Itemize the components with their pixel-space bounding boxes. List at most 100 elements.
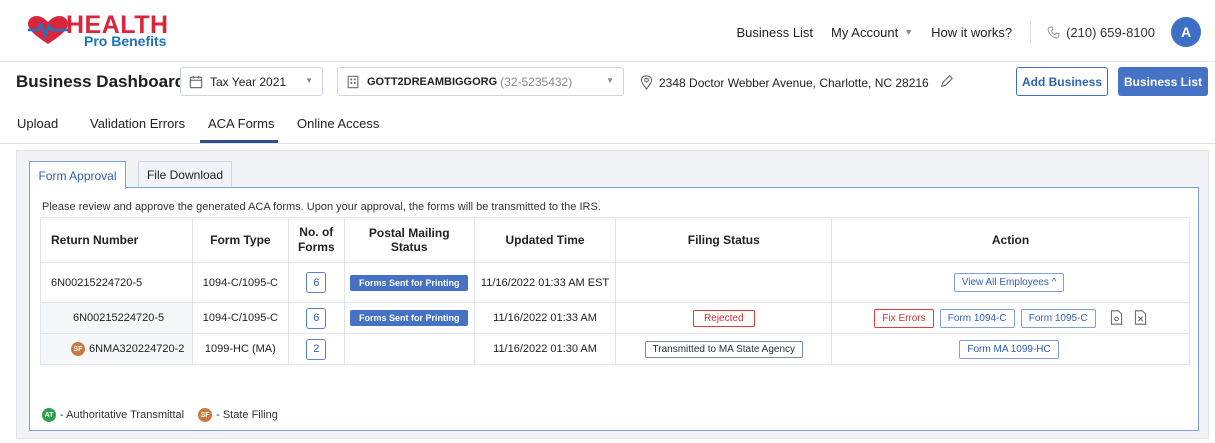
business-list-button[interactable]: Business List (1118, 67, 1208, 96)
building-icon (347, 75, 359, 88)
heart-pulse-icon (28, 16, 68, 44)
excel-download-icon[interactable] (1134, 310, 1147, 325)
badge-legend: AT - Authoritative Transmittal SF - Stat… (42, 408, 278, 422)
forms-count-button[interactable]: 2 (306, 338, 327, 360)
form-ma-1099hc-button[interactable]: Form MA 1099-HC (959, 339, 1059, 359)
form-approval-panel: Please review and approve the generated … (29, 187, 1199, 431)
header-filing-status: Filing Status (615, 217, 833, 263)
subtab-form-approval[interactable]: Form Approval (29, 161, 126, 189)
brand-name-bottom: Pro Benefits (84, 33, 167, 49)
business-name: GOTT2DREAMBIGGORG (367, 75, 498, 88)
header-no-of-forms: No. of Forms (287, 217, 345, 263)
view-all-employees-button[interactable]: View All Employees ^ (953, 273, 1065, 292)
header-updated-time: Updated Time (473, 217, 617, 263)
postal-status-cell: Forms Sent for Printing (343, 302, 475, 334)
tax-year-select[interactable]: Tax Year 2021 ▼ (180, 67, 323, 96)
business-address-text: 2348 Doctor Webber Avenue, Charlotte, NC… (659, 75, 929, 90)
phone-icon (1047, 26, 1060, 38)
header-return-number: Return Number (40, 217, 193, 263)
pdf-download-icon[interactable] (1110, 310, 1123, 325)
action-cell: View All Employees ^ (831, 262, 1190, 303)
form-type: 1094-C/1095-C (191, 262, 289, 303)
tab-online-access[interactable]: Online Access (297, 116, 379, 131)
business-address: 2348 Doctor Webber Avenue, Charlotte, NC… (640, 75, 929, 90)
nav-how-it-works[interactable]: How it works? (931, 25, 1012, 40)
filing-status (615, 262, 833, 303)
page-title: Business Dashboard (16, 72, 186, 91)
header-postal-mailing-status: Postal Mailing Status (343, 217, 475, 263)
postal-status-badge: Forms Sent for Printing (349, 274, 469, 291)
main-tabs: Upload Validation Errors ACA Forms Onlin… (0, 102, 1215, 144)
business-select[interactable]: GOTT2DREAMBIGGORG (32-5235432) ▼ (337, 67, 624, 96)
phone-number[interactable]: (210) 659-8100 (1047, 25, 1155, 40)
form-1094c-button[interactable]: Form 1094-C (939, 308, 1015, 328)
chevron-down-icon: ▼ (305, 76, 313, 85)
updated-time: 11/16/2022 01:30 AM (473, 333, 617, 365)
form-type: 1094-C/1095-C (191, 302, 289, 334)
postal-status-cell: Forms Sent for Printing (343, 262, 475, 303)
return-number-text: 6N00215224720-5 (73, 312, 165, 324)
updated-time: 11/16/2022 01:33 AM EST (473, 262, 617, 303)
dashboard-bar: Business Dashboard Tax Year 2021 ▼ GOTT2… (0, 62, 1215, 102)
forms-count-button[interactable]: 6 (306, 272, 327, 293)
location-pin-icon (640, 75, 653, 90)
table-row: 6N00215224720-5 1094-C/1095-C 6 Forms Se… (40, 262, 1190, 303)
action-cell: Fix Errors Form 1094-C Form 1095-C (831, 302, 1190, 334)
authoritative-transmittal-badge: AT (42, 408, 56, 422)
state-filing-label: - State Filing (216, 409, 278, 421)
aca-forms-card: Form Approval File Download Please revie… (16, 150, 1209, 439)
phone-number-text: (210) 659-8100 (1066, 24, 1155, 40)
return-number: SF 6NMA320224720-2 (40, 333, 193, 365)
updated-time: 11/16/2022 01:33 AM (473, 302, 617, 334)
chevron-down-icon: ▼ (904, 27, 914, 37)
postal-status-badge: Forms Sent for Printing (349, 310, 469, 326)
tab-validation-errors[interactable]: Validation Errors (90, 116, 185, 131)
fix-errors-button[interactable]: Fix Errors (874, 308, 934, 328)
return-number-text: 6NMA320224720-2 (89, 342, 185, 355)
nav-my-account[interactable]: My Account ▼ (831, 25, 913, 40)
table-row: 6N00215224720-5 1094-C/1095-C 6 Forms Se… (40, 302, 1190, 334)
add-business-button[interactable]: Add Business (1016, 67, 1108, 96)
action-cell: Form MA 1099-HC (831, 333, 1190, 365)
top-header: HEALTH Pro Benefits Business List My Acc… (0, 0, 1215, 62)
postal-status (343, 333, 475, 365)
brand-logo[interactable]: HEALTH Pro Benefits (26, 13, 176, 50)
chevron-down-icon: ▼ (606, 76, 614, 85)
table-header-row: Return Number Form Type No. of Forms Pos… (40, 217, 1190, 263)
nav-my-account-label: My Account (831, 24, 899, 40)
tab-upload[interactable]: Upload (17, 116, 58, 131)
header-action: Action (831, 217, 1190, 263)
header-no-of-forms-label: No. of Forms (297, 225, 335, 254)
subtab-file-download[interactable]: File Download (138, 161, 232, 188)
nav-divider (1030, 21, 1032, 43)
active-tab-indicator (200, 140, 278, 143)
pencil-icon (941, 75, 953, 87)
form-1095c-button[interactable]: Form 1095-C (1020, 308, 1096, 328)
filing-status-cell: Rejected (615, 302, 833, 334)
forms-count-cell: 2 (287, 333, 345, 365)
tax-year-value: Tax Year 2021 (210, 74, 287, 89)
forms-table: Return Number Form Type No. of Forms Pos… (40, 217, 1190, 365)
state-filing-badge: SF (198, 408, 213, 422)
forms-count-cell: 6 (287, 262, 345, 303)
return-number: 6N00215224720-5 (40, 262, 193, 303)
top-navigation: Business List My Account ▼ How it works?… (718, 17, 1201, 47)
nav-business-list[interactable]: Business List (736, 25, 813, 40)
tab-aca-forms[interactable]: ACA Forms (208, 116, 274, 131)
form-type: 1099-HC (MA) (191, 333, 289, 365)
state-filing-badge: SF (71, 342, 85, 356)
authoritative-transmittal-label: - Authoritative Transmittal (60, 409, 185, 421)
approval-note: Please review and approve the generated … (42, 201, 601, 213)
avatar[interactable]: A (1171, 17, 1201, 47)
filing-status-cell: Transmitted to MA State Agency (615, 333, 833, 365)
header-form-type: Form Type (191, 217, 289, 263)
table-row: SF 6NMA320224720-2 1099-HC (MA) 2 11/16/2… (40, 333, 1190, 365)
status-badge-rejected: Rejected (693, 309, 755, 327)
business-ein: (32-5235432) (500, 74, 573, 89)
status-badge-transmitted: Transmitted to MA State Agency (644, 340, 804, 358)
edit-address-button[interactable] (940, 74, 954, 91)
calendar-icon (189, 75, 203, 88)
return-number: 6N00215224720-5 (40, 302, 193, 334)
forms-count-button[interactable]: 6 (306, 307, 327, 329)
forms-count-cell: 6 (287, 302, 345, 334)
